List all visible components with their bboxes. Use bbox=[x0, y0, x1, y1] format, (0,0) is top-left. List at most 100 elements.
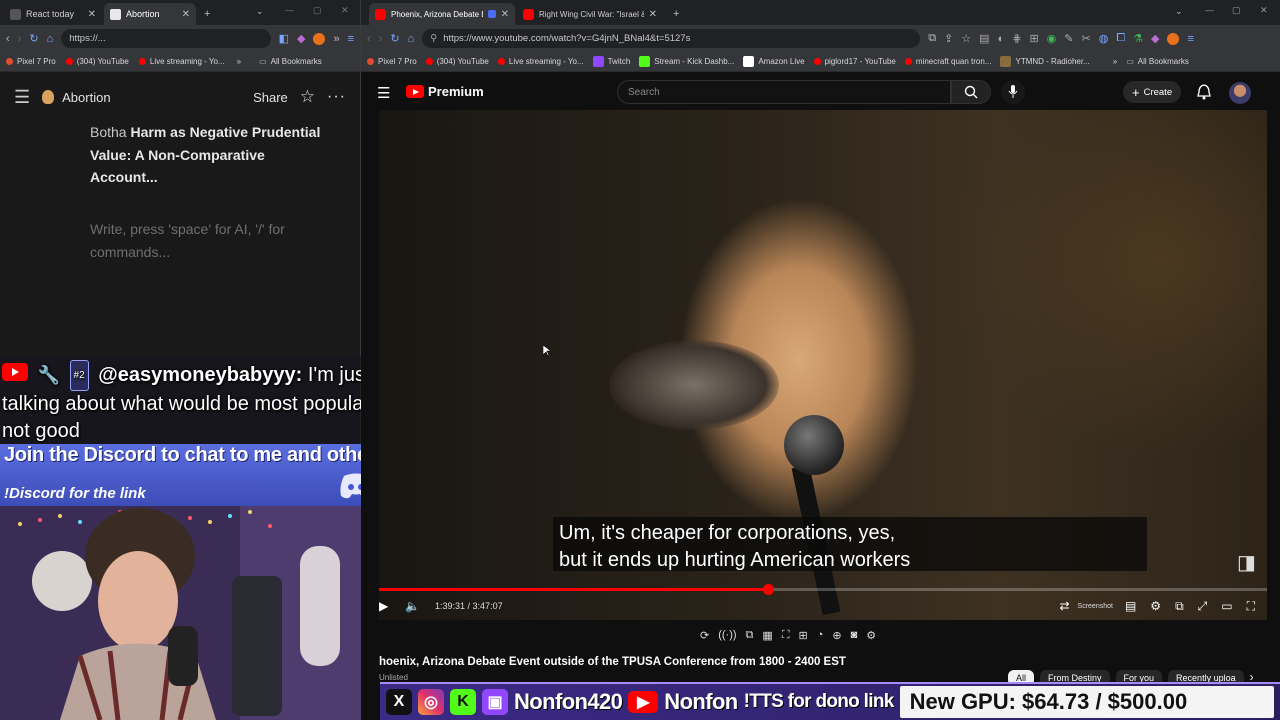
extension-icon[interactable]: ✂ bbox=[1082, 32, 1091, 45]
home-icon[interactable]: ⌂ bbox=[47, 33, 54, 45]
bookmark-item[interactable]: ▭ All Bookmarks bbox=[1126, 57, 1189, 66]
share-button[interactable]: Share bbox=[253, 90, 288, 105]
star-icon[interactable]: ☆ bbox=[300, 87, 315, 107]
bookmark-star-icon[interactable]: ☆ bbox=[961, 32, 971, 45]
settings-gear-icon[interactable]: ⚙ bbox=[866, 629, 876, 642]
bookmark-item[interactable]: ▭ All Bookmarks bbox=[259, 57, 322, 66]
address-bar[interactable]: https://... bbox=[61, 29, 271, 48]
bookmark-item[interactable]: Amazon Live bbox=[743, 56, 805, 67]
bookmark-item[interactable]: YTMND - Radioher... bbox=[1000, 56, 1090, 67]
bookmark-item[interactable]: (304) YouTube bbox=[425, 57, 489, 66]
volume-icon[interactable]: 🔈 bbox=[405, 599, 425, 613]
account-avatar[interactable] bbox=[1229, 82, 1251, 104]
close-icon[interactable]: ✕ bbox=[649, 9, 657, 20]
window-close-icon[interactable]: ✕ bbox=[1260, 5, 1268, 16]
subtitles-icon[interactable]: ▤ bbox=[1125, 599, 1136, 613]
search-input[interactable]: Search bbox=[617, 80, 951, 104]
more-bookmarks-icon[interactable]: » bbox=[237, 57, 241, 66]
menu-icon[interactable]: ≡ bbox=[348, 33, 354, 45]
close-icon[interactable]: ✕ bbox=[88, 9, 96, 20]
youtube-logo[interactable]: Premium bbox=[406, 84, 484, 99]
close-icon[interactable]: ✕ bbox=[182, 9, 190, 20]
extension-icon[interactable]: ⊞ bbox=[1029, 32, 1038, 45]
maximize-icon[interactable]: ▢ bbox=[1232, 5, 1241, 16]
tab-search-icon[interactable]: ⌄ bbox=[256, 6, 264, 17]
loop-icon[interactable]: ⟳ bbox=[700, 629, 709, 642]
bookmark-item[interactable]: Live streaming - Yo... bbox=[497, 57, 584, 66]
bookmark-item[interactable]: Live streaming - Yo... bbox=[138, 57, 225, 66]
extension-icon[interactable]: ▤ bbox=[979, 32, 989, 45]
lab-flask-icon[interactable]: ⚗ bbox=[1133, 32, 1143, 45]
menu-icon[interactable]: ≡ bbox=[1187, 33, 1193, 45]
picture-in-picture-icon[interactable]: ⧉ bbox=[746, 629, 754, 642]
extension-icon[interactable]: ◍ bbox=[1099, 32, 1109, 45]
forward-icon[interactable]: › bbox=[18, 33, 22, 45]
back-icon[interactable]: ‹ bbox=[6, 33, 10, 45]
bookmark-item[interactable]: Stream - Kick Dashb... bbox=[639, 56, 734, 67]
minimize-icon[interactable]: — bbox=[285, 5, 294, 15]
bookmark-item[interactable]: (304) YouTube bbox=[65, 57, 129, 66]
screenshot-label[interactable]: Screenshot bbox=[1078, 603, 1113, 610]
audio-icon[interactable]: ((·)) bbox=[718, 629, 736, 641]
tab-abortion[interactable]: Abortion ✕ bbox=[104, 3, 196, 25]
forward-icon[interactable]: › bbox=[379, 33, 383, 45]
new-tab-icon[interactable]: + bbox=[204, 8, 210, 20]
window-close-icon[interactable]: ✕ bbox=[341, 5, 349, 16]
extension-icon[interactable]: ◧ bbox=[279, 32, 289, 45]
crop-icon[interactable]: ⛶ bbox=[782, 629, 790, 642]
tab-phoenix-debate[interactable]: Phoenix, Arizona Debate E ✕ bbox=[369, 3, 515, 25]
more-tools-icon[interactable]: » bbox=[333, 33, 339, 45]
profile-avatar[interactable] bbox=[1167, 32, 1180, 45]
site-info-icon[interactable]: ⚲ bbox=[430, 33, 437, 44]
speed-icon[interactable]: ◔ bbox=[817, 629, 824, 641]
grammarly-icon[interactable]: ◉ bbox=[1047, 32, 1057, 45]
fullscreen-alt-icon[interactable]: ⤢ bbox=[1198, 599, 1208, 614]
maximize-icon[interactable]: ▢ bbox=[313, 5, 322, 16]
progress-scrubber[interactable] bbox=[762, 584, 774, 595]
minimize-icon[interactable]: — bbox=[1205, 5, 1214, 15]
hamburger-icon[interactable]: ☰ bbox=[377, 84, 390, 102]
extension-icon[interactable]: ◆ bbox=[1151, 32, 1159, 45]
profile-avatar[interactable] bbox=[313, 32, 326, 45]
more-icon[interactable]: ··· bbox=[327, 88, 346, 106]
bookmark-item[interactable]: minecraft quan tron... bbox=[904, 57, 991, 66]
tab-search-icon[interactable]: ⌄ bbox=[1175, 6, 1183, 17]
voice-search-button[interactable] bbox=[1001, 80, 1025, 104]
bookmark-item[interactable]: Pixel 7 Pro bbox=[367, 57, 417, 66]
extension-icon[interactable]: ◐ bbox=[998, 33, 1005, 45]
create-button[interactable]: + Create bbox=[1123, 81, 1182, 103]
bookmark-item[interactable]: Twitch bbox=[592, 56, 630, 67]
notion-placeholder[interactable]: Write, press 'space' for AI, '/' for com… bbox=[90, 218, 330, 263]
tab-right-wing[interactable]: Right Wing Civil War: "Israel & ✕ bbox=[517, 3, 663, 25]
home-icon[interactable]: ⌂ bbox=[408, 33, 415, 45]
page-title-wrap[interactable]: Abortion bbox=[42, 90, 241, 105]
notifications-bell-icon[interactable] bbox=[1197, 84, 1211, 105]
cinema-icon[interactable]: ▦ bbox=[762, 629, 772, 642]
bookmark-item[interactable]: piglord17 - YouTube bbox=[813, 57, 896, 66]
miniplayer-icon[interactable]: ⧉ bbox=[1175, 599, 1184, 614]
progress-bar[interactable] bbox=[379, 584, 1267, 595]
tab-react-today[interactable]: React today ✕ bbox=[4, 3, 102, 25]
address-bar[interactable]: ⚲ https://www.youtube.com/watch?v=G4jnN_… bbox=[422, 29, 921, 48]
loop-icon[interactable]: ⇄ bbox=[1059, 599, 1069, 613]
theater-mode-icon[interactable]: ▭ bbox=[1221, 599, 1232, 613]
grid-icon[interactable]: ⊞ bbox=[799, 629, 808, 642]
close-icon[interactable]: ✕ bbox=[501, 9, 509, 20]
extension-icon[interactable]: ⋕ bbox=[1012, 32, 1021, 45]
extensions-puzzle-icon[interactable]: ⧠ bbox=[1116, 32, 1125, 45]
new-tab-icon[interactable]: + bbox=[673, 8, 679, 20]
reload-icon[interactable]: ↻ bbox=[29, 32, 38, 45]
add-icon[interactable]: ⊕ bbox=[832, 629, 841, 642]
back-icon[interactable]: ‹ bbox=[367, 33, 371, 45]
bookmark-item[interactable]: Pixel 7 Pro bbox=[6, 57, 56, 66]
more-bookmarks-icon[interactable]: » bbox=[1113, 57, 1117, 66]
fullscreen-icon[interactable]: ⛶ bbox=[1247, 599, 1255, 614]
extension-icon[interactable]: ✎ bbox=[1064, 32, 1073, 45]
install-icon[interactable]: ⧉ bbox=[928, 32, 936, 45]
search-button[interactable] bbox=[951, 80, 991, 104]
reload-icon[interactable]: ↻ bbox=[390, 32, 399, 45]
hamburger-icon[interactable]: ☰ bbox=[14, 87, 30, 108]
share-icon[interactable]: ⇪ bbox=[944, 32, 953, 45]
camera-icon[interactable]: ◙ bbox=[851, 629, 858, 641]
settings-gear-icon[interactable]: ⚙ bbox=[1150, 599, 1161, 613]
